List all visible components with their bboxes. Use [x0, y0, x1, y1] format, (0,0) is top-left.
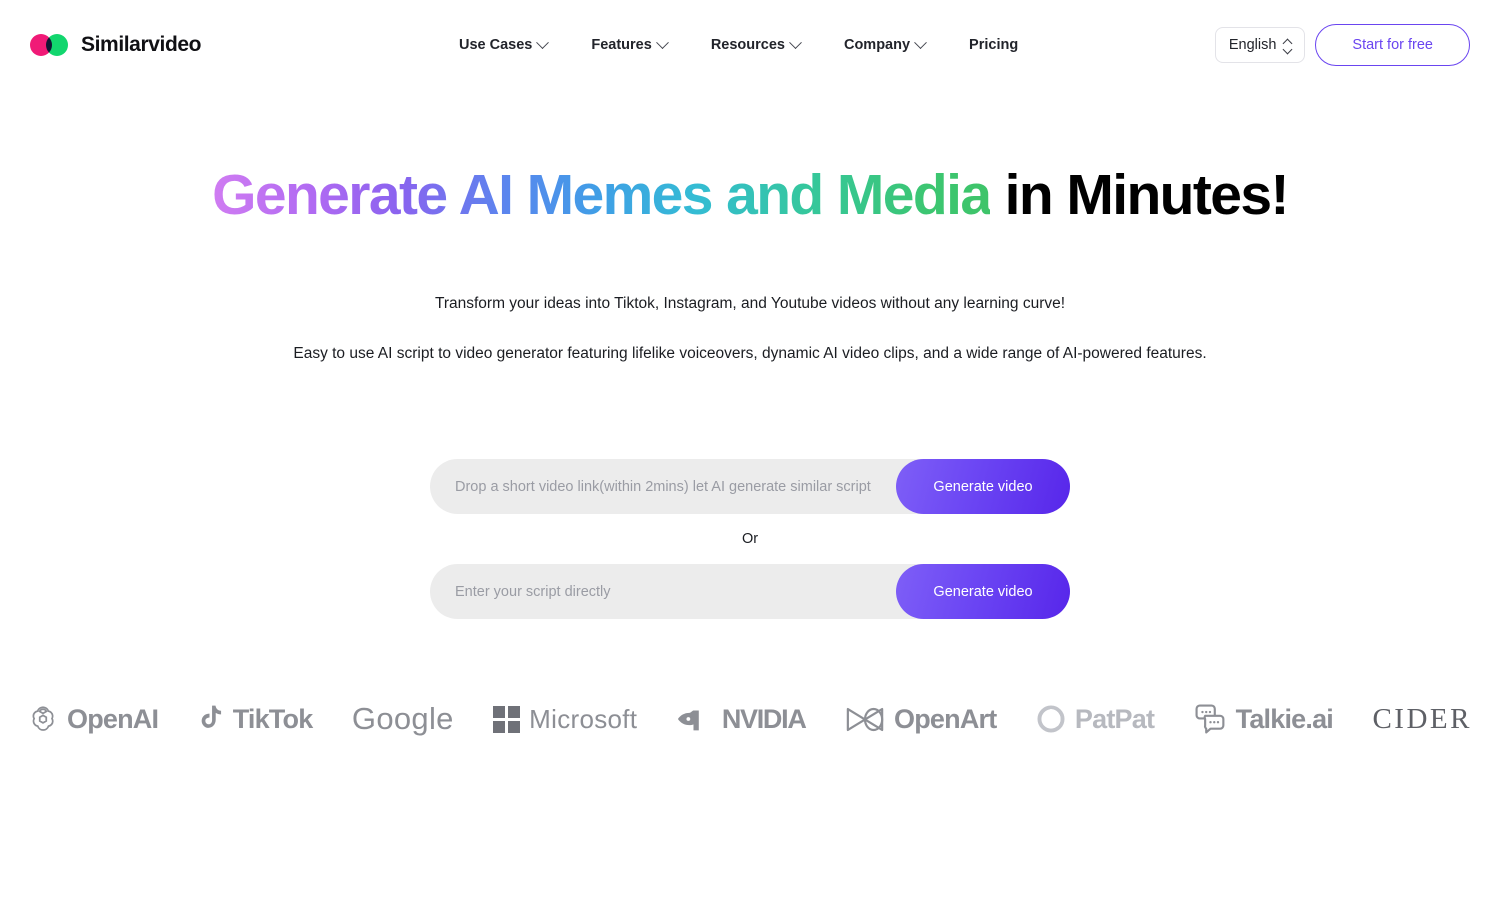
headline-plain-part: in Minutes!: [990, 163, 1290, 227]
generate-video-from-script-button[interactable]: Generate video: [896, 564, 1070, 620]
language-selector[interactable]: English: [1214, 27, 1306, 63]
nav-label: Use Cases: [459, 37, 533, 53]
nav-item-use-cases[interactable]: Use Cases: [437, 29, 569, 61]
patpat-circle-icon: [1037, 705, 1065, 733]
partner-logo-talkie: Talkie.ai: [1194, 703, 1334, 735]
brand-name: Similarvideo: [81, 33, 202, 56]
nav-label: Pricing: [969, 37, 1019, 53]
nvidia-eye-icon: [677, 710, 699, 731]
nav-label: Company: [843, 37, 911, 53]
partner-name: PatPat: [1074, 703, 1155, 734]
language-value: English: [1228, 37, 1277, 53]
partner-name: Talkie.ai: [1235, 703, 1334, 734]
talkie-chat-bubbles-icon: [1195, 704, 1225, 734]
partner-name: Microsoft: [529, 703, 638, 734]
header-actions: English Start for free: [1214, 24, 1470, 66]
similarvideo-circles-icon: [30, 34, 68, 56]
hero-section: Generate AI Memes and Media in Minutes! …: [0, 90, 1500, 620]
headline-gradient-part: Generate AI Memes and Media: [212, 163, 992, 227]
generate-video-from-link-button[interactable]: Generate video: [896, 459, 1070, 515]
partner-logo-patpat: PatPat: [1036, 703, 1155, 735]
partner-logo-microsoft: Microsoft: [493, 704, 637, 735]
brand-logo[interactable]: Similarvideo: [30, 33, 201, 57]
partner-name: OpenArt: [894, 703, 997, 734]
partner-logo-google: Google: [352, 701, 454, 737]
video-link-field-row: Generate video: [430, 459, 1070, 515]
partner-logo-strip: OpenAI TikTok Google Microsoft NVIDIA Op…: [0, 701, 1500, 737]
nav-item-pricing[interactable]: Pricing: [947, 29, 1040, 61]
partner-name: Google: [351, 701, 454, 737]
openart-bowtie-icon: [846, 707, 884, 731]
chevron-down-icon: [789, 35, 802, 49]
or-divider-label: Or: [741, 531, 759, 548]
partner-name: TikTok: [232, 703, 314, 734]
nav-label: Features: [591, 37, 652, 53]
chevron-down-icon: [914, 35, 927, 49]
tiktok-note-icon: [201, 705, 221, 729]
main-navigation: Use Cases Features Resources Company Pri…: [437, 29, 1040, 61]
partner-logo-openart: OpenArt: [845, 703, 997, 735]
nav-item-resources[interactable]: Resources: [689, 29, 822, 61]
openai-flower-icon: [32, 706, 54, 732]
chevron-up-down-icon: [1283, 39, 1291, 52]
partner-logo-cider: CIDER: [1372, 703, 1472, 736]
generator-forms: Generate video Or Generate video: [0, 459, 1500, 620]
partner-name: CIDER: [1372, 702, 1472, 735]
hero-subtitle-primary: Transform your ideas into Tiktok, Instag…: [434, 295, 1066, 313]
partner-logo-nvidia: NVIDIA: [677, 703, 807, 735]
partner-logo-tiktok: TikTok: [198, 704, 313, 735]
nav-item-features[interactable]: Features: [569, 29, 688, 61]
chevron-down-icon: [536, 35, 550, 49]
script-field-row: Generate video: [430, 564, 1070, 620]
nav-label: Resources: [710, 37, 785, 53]
page-title: Generate AI Memes and Media in Minutes!: [0, 162, 1500, 229]
chevron-down-icon: [655, 35, 669, 49]
partner-name: NVIDIA: [721, 703, 807, 734]
site-header: Similarvideo Use Cases Features Resource…: [0, 0, 1500, 90]
nav-item-company[interactable]: Company: [822, 29, 947, 61]
start-for-free-button[interactable]: Start for free: [1315, 24, 1470, 66]
hero-subtitle-secondary: Easy to use AI script to video generator…: [293, 344, 1207, 362]
microsoft-grid-icon: [493, 705, 521, 733]
partner-logo-openai: OpenAI: [28, 703, 159, 735]
partner-name: OpenAI: [67, 703, 159, 734]
